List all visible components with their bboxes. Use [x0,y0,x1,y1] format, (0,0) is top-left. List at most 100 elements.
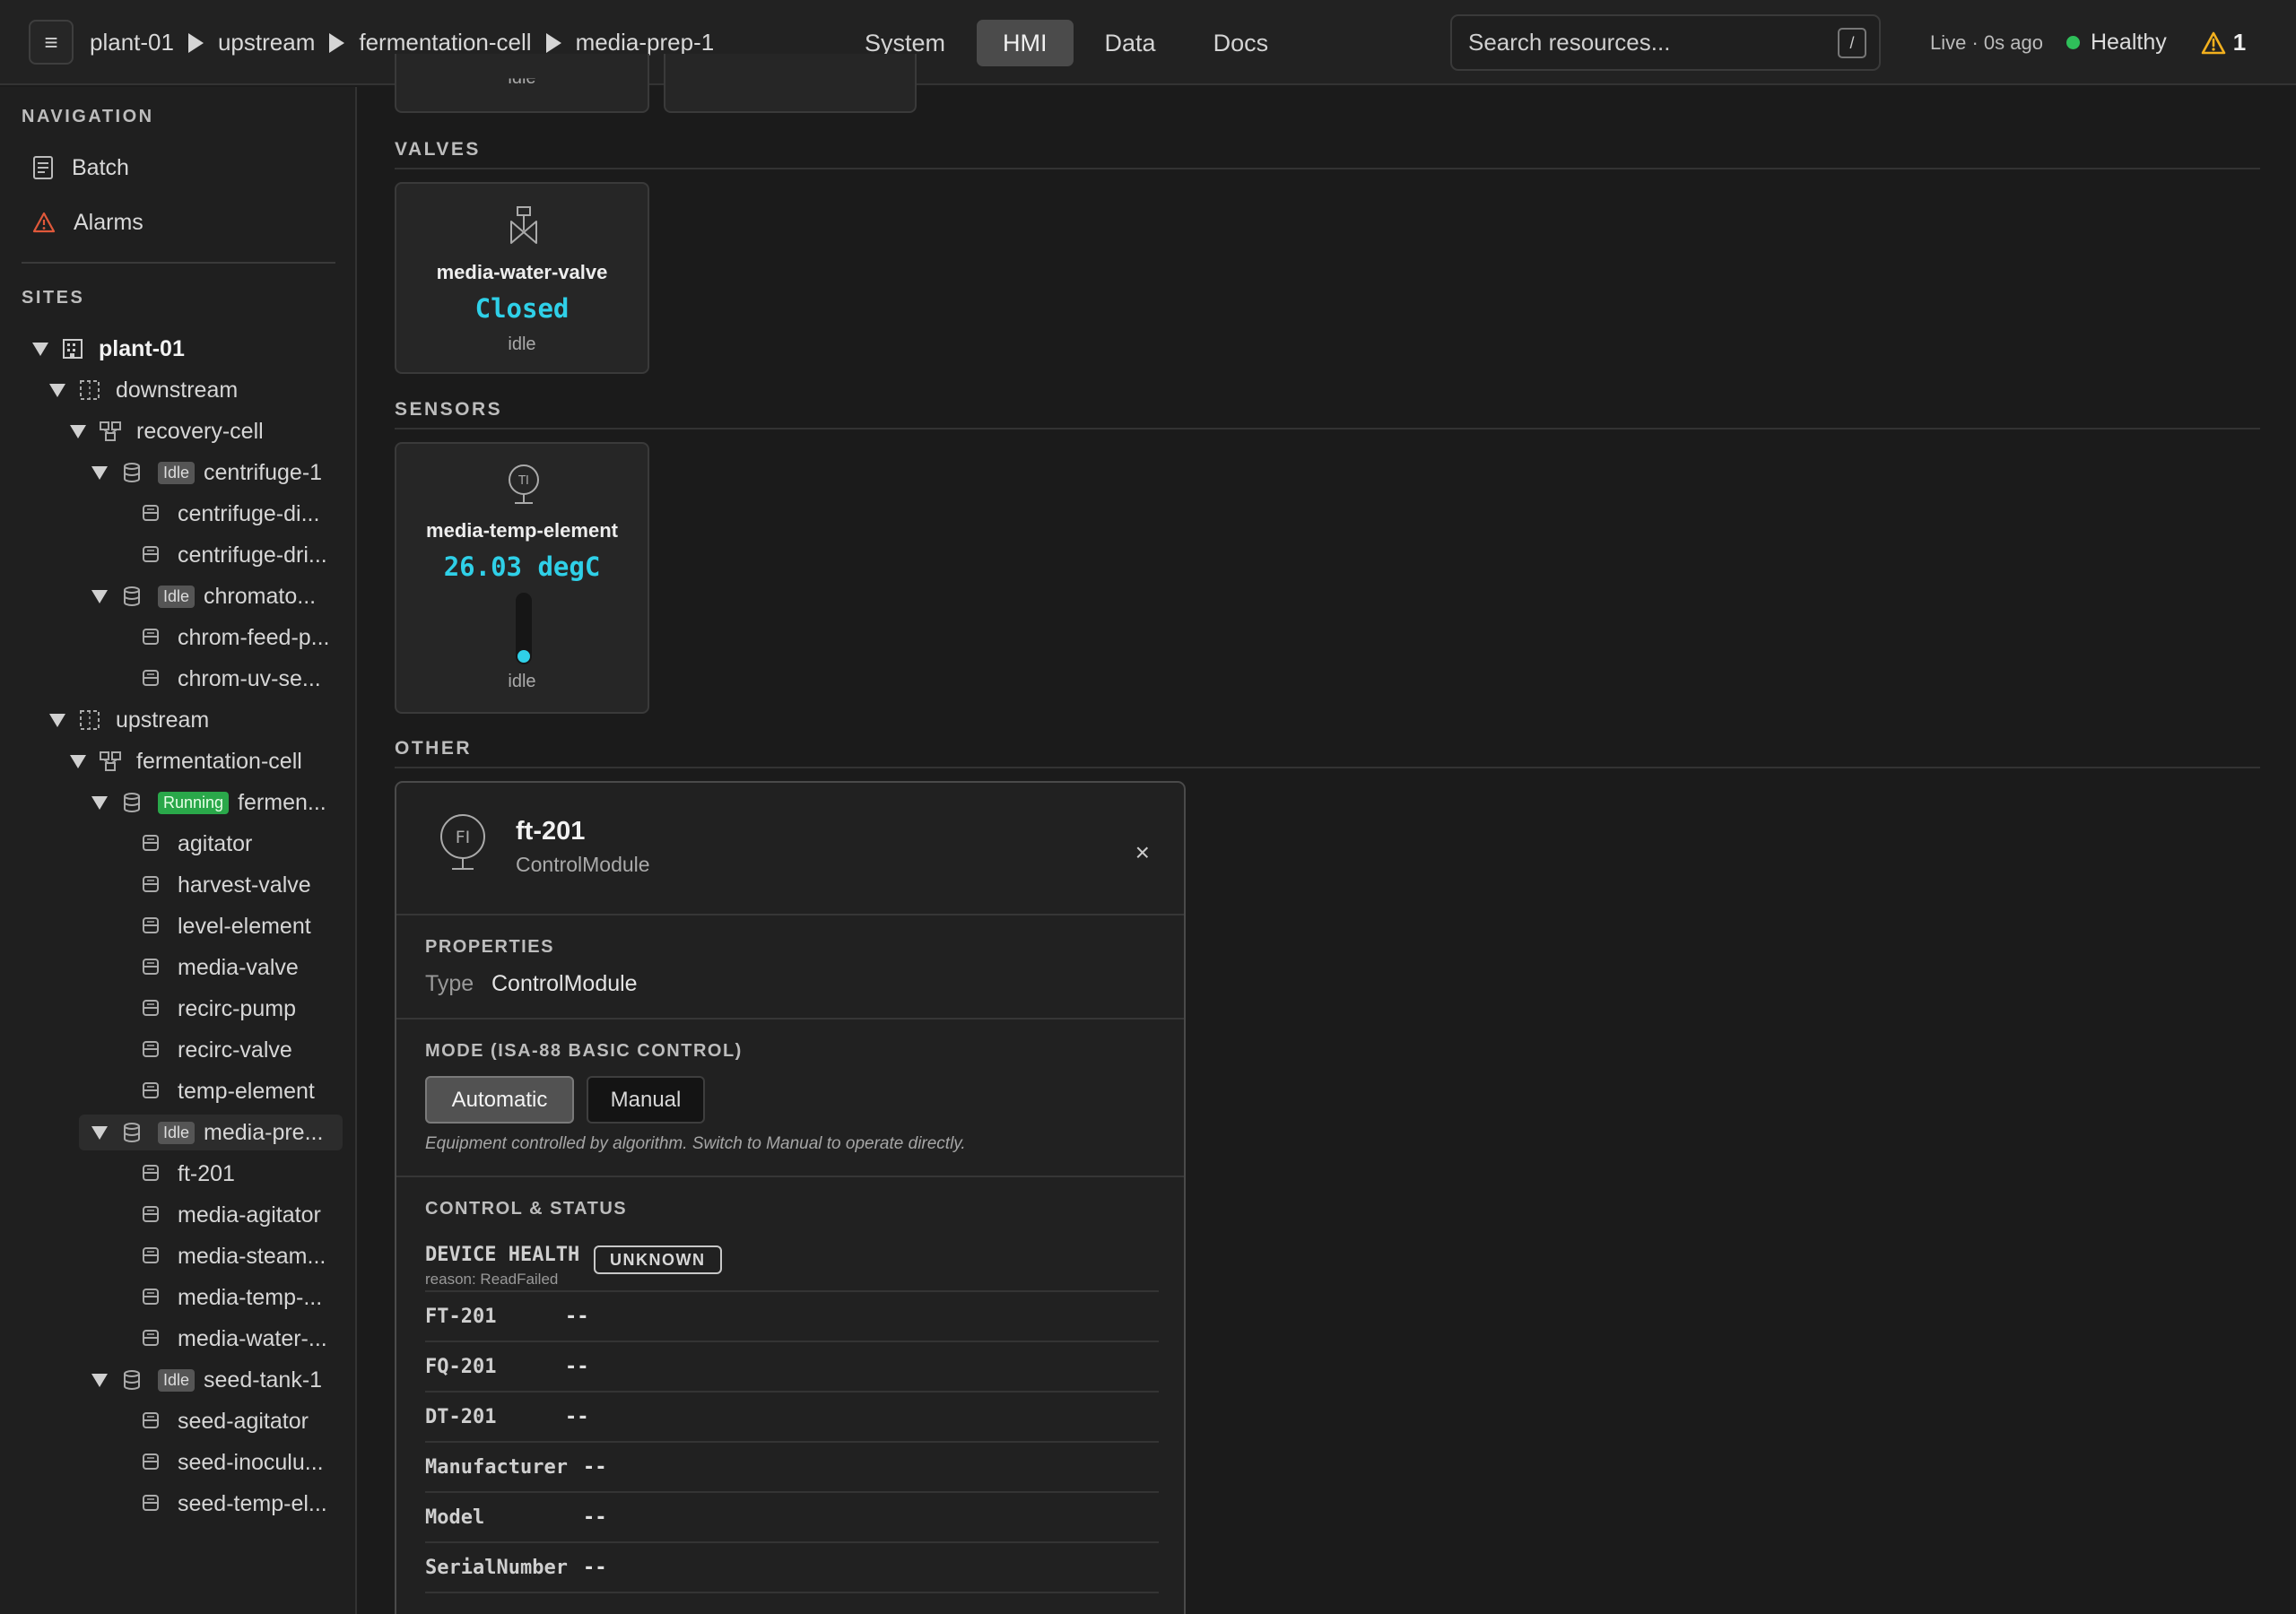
tree-item-recirc-pump[interactable]: recirc-pump [140,991,296,1027]
caret-down-icon[interactable] [32,342,48,356]
tree-item-seed-inoculu[interactable]: seed-inoculu... [140,1445,324,1480]
tree-item-agitator[interactable]: agitator [140,826,252,862]
caret-down-icon[interactable] [91,795,108,810]
equipment-card[interactable]: idle [395,54,649,113]
tab-hmi[interactable]: HMI [977,20,1074,66]
tree-item-ft-201[interactable]: ft-201 [140,1156,235,1192]
valve-card[interactable]: media-water-valve Closed idle [395,182,649,374]
tree-item-level-element[interactable]: level-element [140,908,311,944]
caret-down-icon[interactable] [91,1373,108,1387]
tree-item-seed-agitator[interactable]: seed-agitator [140,1403,309,1439]
caret-down-icon[interactable] [91,465,108,480]
close-icon[interactable]: × [1135,838,1150,867]
caret-down-icon[interactable] [70,424,86,438]
tree-item-media-pre[interactable]: Idle media-pre... [79,1115,343,1150]
breadcrumb-item-cell[interactable]: fermentation-cell [359,29,531,56]
tree-item-seed-tank-1[interactable]: Idle seed-tank-1 [91,1362,322,1398]
mode-hint: Equipment controlled by algorithm. Switc… [425,1134,966,1153]
sidebar-item-alarms[interactable]: Alarms [32,204,144,240]
alarm-indicator[interactable]: 1 [2201,29,2246,56]
module-icon [140,667,163,690]
tree-item-media-valve[interactable]: media-valve [140,950,299,985]
tree-item-label: level-element [178,913,311,939]
search-box: / [1450,14,1881,71]
module-icon [140,873,163,897]
detail-panel: FI ft-201 ControlModule × PROPERTIES Typ… [395,781,1186,1614]
search-input[interactable] [1468,16,1809,69]
caret-down-icon[interactable] [70,754,86,768]
status-key: FT-201 [425,1305,497,1328]
module-icon [140,1080,163,1103]
tree-item-downstream[interactable]: downstream [49,372,238,408]
caret-down-icon[interactable] [91,589,108,603]
detail-subtitle: ControlModule [516,853,650,876]
status-value: -- [583,1506,607,1529]
tree-item-media-water[interactable]: media-water-... [140,1321,327,1357]
card-name: media-temp-element [426,519,618,542]
card-name: media-water-valve [436,261,608,283]
tree-item-label: media-valve [178,954,299,980]
mode-manual-button[interactable]: Manual [587,1076,705,1124]
tree-item-temp-element[interactable]: temp-element [140,1073,315,1109]
temperature-sensor-icon: TI [509,464,539,504]
tree-item-chromato[interactable]: Idle chromato... [91,578,316,614]
tree-item-label: media-agitator [178,1202,321,1228]
tree-item-chrom-feed-p[interactable]: chrom-feed-p... [140,620,330,655]
tree-item-centrifuge-1[interactable]: Idle centrifuge-1 [91,455,322,490]
level-bar-fill [517,650,530,663]
sites-heading: SITES [22,288,85,308]
tree-item-label: upstream [116,707,210,733]
sidebar-item-batch[interactable]: Batch [32,150,129,186]
tree-item-media-temp[interactable]: media-temp-... [140,1280,322,1315]
sidebar-item-label: Alarms [74,209,144,235]
properties-section: PROPERTIES Type ControlModule [396,915,1184,1020]
breadcrumb-item-area[interactable]: upstream [218,29,315,56]
breadcrumb-item-unit[interactable]: media-prep-1 [576,29,715,56]
tab-docs[interactable]: Docs [1187,20,1295,66]
search-shortcut-key: / [1838,28,1866,58]
unit-icon [120,585,144,608]
tree-item-harvest-valve[interactable]: harvest-valve [140,867,311,903]
status-value: -- [565,1355,589,1378]
status-badge: Idle [158,1121,196,1144]
tree-item-plant-01[interactable]: plant-01 [32,331,185,367]
breadcrumb-item-plant[interactable]: plant-01 [90,29,174,56]
menu-button[interactable]: ≡ [29,20,74,65]
status-row-fq201: FQ-201 -- [425,1342,1159,1393]
tree-item-fermen[interactable]: Running fermen... [91,785,326,820]
status-badge: Idle [158,461,196,484]
tree-item-recirc-valve[interactable]: recirc-valve [140,1032,292,1068]
card-value: Closed [474,293,570,324]
section-title-sensors: SENSORS [395,399,503,420]
tab-data[interactable]: Data [1079,20,1182,66]
equipment-card[interactable] [664,54,917,113]
tree-item-media-steam[interactable]: media-steam... [140,1238,326,1274]
caret-down-icon[interactable] [49,713,65,727]
hamburger-icon: ≡ [44,28,58,56]
mode-automatic-button[interactable]: Automatic [425,1076,574,1124]
tree-item-label: ft-201 [178,1160,235,1186]
status-key: SerialNumber [425,1556,568,1579]
tree-item-seed-temp-el[interactable]: seed-temp-el... [140,1486,327,1522]
sidebar-divider [22,262,335,264]
section-title-other: OTHER [395,738,472,759]
card-state: idle [508,68,536,89]
tree-item-label: recovery-cell [136,418,264,444]
caret-down-icon[interactable] [91,1125,108,1140]
tree-item-upstream[interactable]: upstream [49,702,209,738]
caret-down-icon[interactable] [49,383,65,397]
tree-item-chrom-uv-se[interactable]: chrom-uv-se... [140,661,321,697]
tree-item-centrifuge-dri[interactable]: centrifuge-dri... [140,537,327,573]
status-key: Manufacturer [425,1455,568,1479]
module-icon [140,543,163,567]
tree-item-media-agitator[interactable]: media-agitator [140,1197,321,1233]
tree-item-recovery-cell[interactable]: recovery-cell [70,413,264,449]
mode-toggle: Automatic Manual [425,1076,874,1124]
tree-item-fermentation-cell[interactable]: fermentation-cell [70,743,302,779]
device-health-row: DEVICE HEALTH reason: ReadFailed UNKNOWN [425,1240,1159,1292]
tree-item-centrifuge-di[interactable]: centrifuge-di... [140,496,319,532]
sensor-card[interactable]: TI media-temp-element 26.03 degC idle [395,442,649,714]
module-icon [140,1451,163,1474]
cell-icon [99,750,122,773]
status-key: DT-201 [425,1405,497,1428]
